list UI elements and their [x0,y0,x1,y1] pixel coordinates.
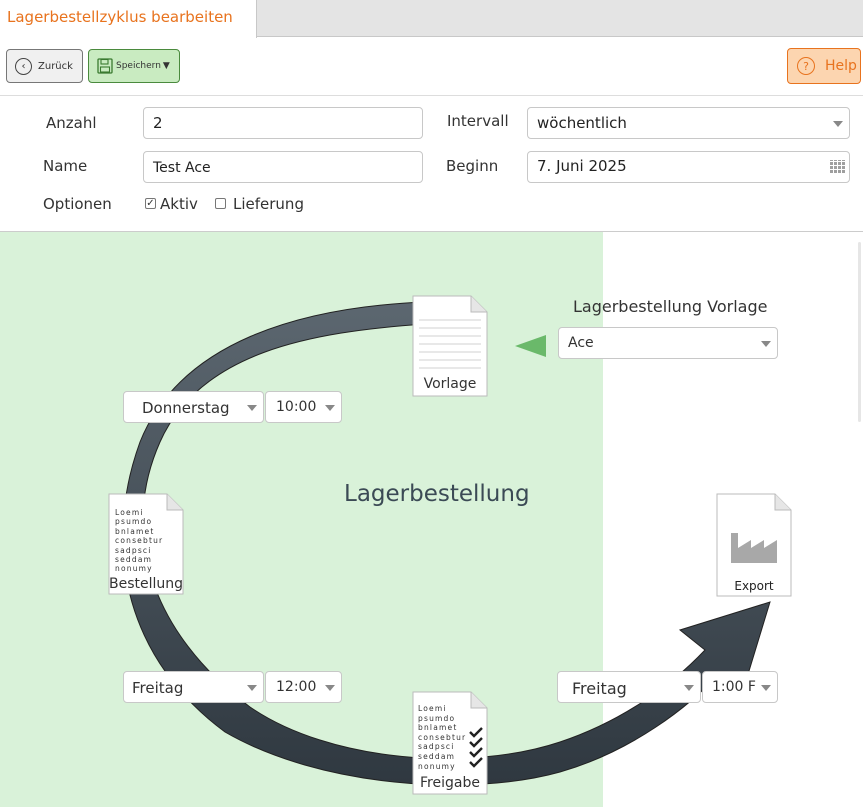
lorem-line: bnlamet [115,526,155,536]
anzahl-label: Anzahl [46,114,97,132]
chevron-down-icon [247,405,257,411]
bestellung-day-select[interactable]: Donnerstag [123,391,264,423]
beginn-date-input[interactable]: 7. Juni 2025 [527,151,850,183]
chevron-down-icon [325,685,335,691]
bestellung-time-select[interactable]: 10:00 [265,391,342,423]
export-time-value: 1:00 F [712,679,756,695]
aktiv-label: Aktiv [160,195,198,213]
vorlage-document-label: Vorlage [423,376,477,392]
optionen-label: Optionen [43,195,112,213]
chevron-down-icon [761,685,771,691]
lorem-line: Loemi [418,704,447,713]
export-time-select[interactable]: 1:00 F [702,671,778,703]
scrollbar[interactable] [858,242,861,422]
intervall-label: Intervall [447,112,509,130]
intervall-select[interactable]: wöchentlich [527,107,850,139]
lorem-line: seddam [115,555,153,565]
bestellung-document[interactable]: Loemi psumdo bnlamet consebtur sadpsci s… [107,493,185,595]
lorem-line: consebtur [418,732,467,742]
chevron-down-icon [684,685,694,691]
freigabe-document-label: Freigabe [420,775,480,791]
vorlage-pointer [515,335,546,357]
bestellung-lorem: Loemi psumdo bnlamet consebtur sadpsci s… [115,508,163,574]
lorem-line: Loemi [115,508,144,517]
beginn-value: 7. Juni 2025 [537,157,627,175]
lorem-line: sadpsci [115,545,152,555]
help-button[interactable]: ? Help [787,48,861,84]
freigabe-day-select[interactable]: Freitag [123,671,264,703]
vorlage-document[interactable]: Vorlage [411,295,489,397]
bestellung-document-label: Bestellung [108,576,184,592]
anzahl-input[interactable]: 2 [143,107,423,139]
lorem-line: sadpsci [418,742,455,752]
floppy-disk-icon [97,58,113,74]
toolbar: ‹ Zurück Speichern ▼ ? Help [0,38,863,96]
lorem-line: bnlamet [418,723,458,733]
lorem-line: nonumy [115,564,153,574]
bestellung-time-value: 10:00 [276,399,317,415]
chevron-down-icon [833,121,843,127]
vorlage-select-value: Ace [568,335,594,351]
tab-title: Lagerbestellzyklus bearbeiten [7,8,233,26]
back-button[interactable]: ‹ Zurück [6,49,83,83]
vorlage-select[interactable]: Ace [558,327,778,359]
save-button[interactable]: Speichern ▼ [88,49,180,83]
lorem-line: psumdo [115,517,153,527]
freigabe-time-value: 12:00 [276,679,317,695]
aktiv-checkbox[interactable]: ✓ [145,198,156,209]
bestellung-day-value: Donnerstag [142,399,230,417]
vorlage-select-label: Lagerbestellung Vorlage [573,297,768,316]
name-label: Name [43,157,88,175]
chevron-down-icon [247,685,257,691]
lorem-line: psumdo [418,713,456,723]
freigabe-lorem: Loemi psumdo bnlamet consebtur sadpsci s… [418,704,466,771]
export-day-select[interactable]: Freitag [557,671,701,703]
export-document[interactable]: Export [715,493,793,597]
export-day-value: Freitag [572,679,627,698]
anzahl-value: 2 [153,114,163,132]
freigabe-document[interactable]: Loemi psumdo bnlamet consebtur sadpsci s… [411,691,489,795]
diagram-title: Lagerbestellung [344,481,530,507]
intervall-value: wöchentlich [537,114,627,132]
name-input[interactable]: Test Ace [143,151,423,183]
freigabe-day-value: Freitag [132,679,184,697]
back-button-label: Zurück [38,60,73,72]
tab-lagerbestellzyklus[interactable]: Lagerbestellzyklus bearbeiten [0,0,257,38]
lorem-line: nonumy [418,761,456,771]
lorem-line: seddam [418,751,456,761]
tab-bar: Lagerbestellzyklus bearbeiten [0,0,863,38]
arrow-left-icon: ‹ [15,57,32,75]
cycle-form: Anzahl 2 Intervall wöchentlich Name Test… [0,96,863,232]
save-button-label: Speichern [116,61,161,71]
question-icon: ? [797,57,815,75]
name-value: Test Ace [153,160,211,176]
cycle-diagram: Lagerbestellung Lagerbestellung Vorlage … [0,232,863,807]
chevron-down-icon [761,341,771,347]
lorem-line: consebtur [115,536,164,546]
help-button-label: Help [825,58,857,74]
lieferung-checkbox[interactable] [215,198,226,209]
dropdown-arrow-icon: ▼ [162,61,170,71]
export-document-label: Export [734,579,774,593]
calendar-icon[interactable] [830,160,845,174]
beginn-label: Beginn [446,157,499,175]
chevron-down-icon [325,405,335,411]
freigabe-time-select[interactable]: 12:00 [265,671,342,703]
lieferung-label: Lieferung [233,195,304,213]
